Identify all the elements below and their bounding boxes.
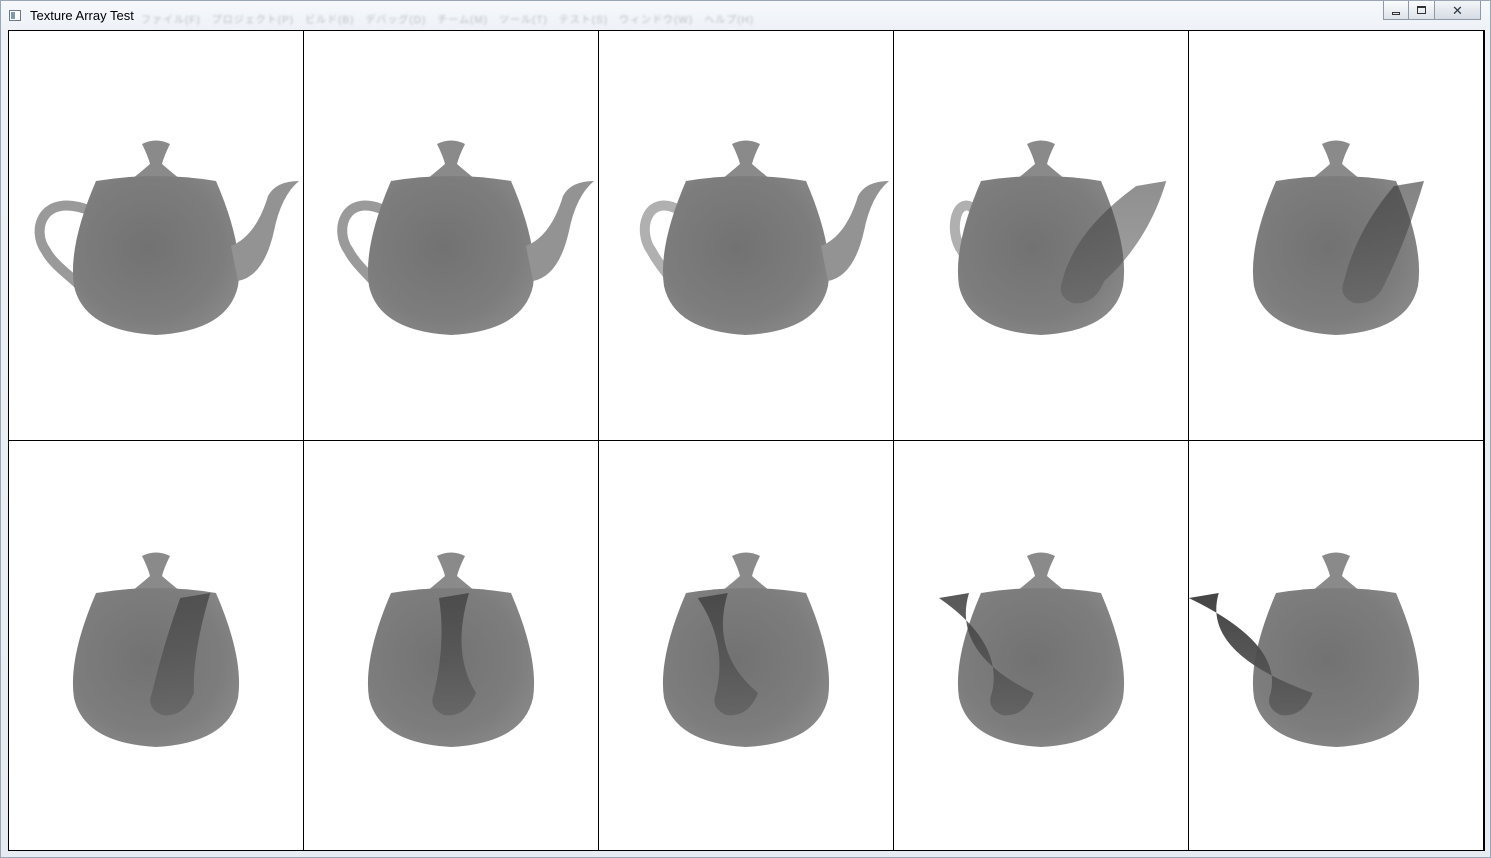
viewport-panel bbox=[9, 441, 303, 850]
app-window: Texture Array Test ファイル(F) プロジェクト(P) ビルド… bbox=[0, 0, 1491, 858]
teapot-render bbox=[949, 140, 1167, 335]
teapot-lid bbox=[1312, 552, 1360, 591]
teapot-render bbox=[939, 552, 1125, 747]
teapot-render bbox=[34, 140, 299, 335]
viewport-panel bbox=[1189, 31, 1483, 440]
teapot-lid bbox=[722, 140, 770, 179]
background-menu-ghost: ファイル(F) プロジェクト(P) ビルド(B) デバッグ(D) チーム(M) … bbox=[141, 15, 755, 26]
window-title: Texture Array Test bbox=[30, 8, 134, 23]
teapot-lid bbox=[722, 552, 770, 591]
title-bar[interactable]: Texture Array Test ファイル(F) プロジェクト(P) ビルド… bbox=[1, 1, 1490, 30]
teapot-render bbox=[639, 140, 889, 335]
teapot-lid bbox=[132, 552, 180, 591]
minimize-button[interactable] bbox=[1383, 1, 1409, 20]
viewport-panel bbox=[304, 31, 598, 440]
teapot-lid bbox=[1017, 140, 1065, 179]
app-icon[interactable] bbox=[9, 10, 21, 21]
viewport-panel bbox=[1189, 441, 1483, 850]
viewport-panel bbox=[894, 441, 1188, 850]
minimize-icon bbox=[1392, 11, 1400, 15]
caption-buttons: ✕ bbox=[1383, 1, 1481, 21]
teapot-spout bbox=[526, 181, 594, 281]
teapot-lid bbox=[1017, 552, 1065, 591]
teapot-render bbox=[662, 552, 830, 747]
close-icon: ✕ bbox=[1452, 2, 1463, 18]
teapot-spout bbox=[231, 181, 299, 281]
teapot-lid bbox=[427, 140, 475, 179]
teapot-lid bbox=[132, 140, 180, 179]
teapot-body bbox=[367, 176, 535, 335]
viewport-grid bbox=[9, 31, 1483, 850]
teapot-body bbox=[72, 176, 240, 335]
viewport-panel bbox=[304, 441, 598, 850]
teapot-render bbox=[72, 552, 240, 747]
render-viewport[interactable] bbox=[8, 30, 1485, 851]
viewport-panel bbox=[599, 441, 893, 850]
teapot-render bbox=[1252, 140, 1424, 335]
teapot-body bbox=[1252, 588, 1420, 747]
teapot-body bbox=[662, 588, 830, 747]
teapot-lid bbox=[1312, 140, 1360, 179]
teapot-body bbox=[662, 176, 830, 335]
viewport-panel bbox=[9, 31, 303, 440]
teapot-render bbox=[1189, 552, 1420, 747]
close-button[interactable]: ✕ bbox=[1435, 1, 1481, 20]
teapot-render bbox=[367, 552, 535, 747]
teapot-render bbox=[337, 140, 594, 335]
viewport-panel bbox=[599, 31, 893, 440]
maximize-icon bbox=[1417, 6, 1426, 14]
teapot-body bbox=[72, 588, 240, 747]
teapot-body bbox=[957, 588, 1125, 747]
maximize-button[interactable] bbox=[1409, 1, 1435, 20]
teapot-lid bbox=[427, 552, 475, 591]
viewport-panel bbox=[894, 31, 1188, 440]
teapot-spout bbox=[821, 181, 889, 281]
